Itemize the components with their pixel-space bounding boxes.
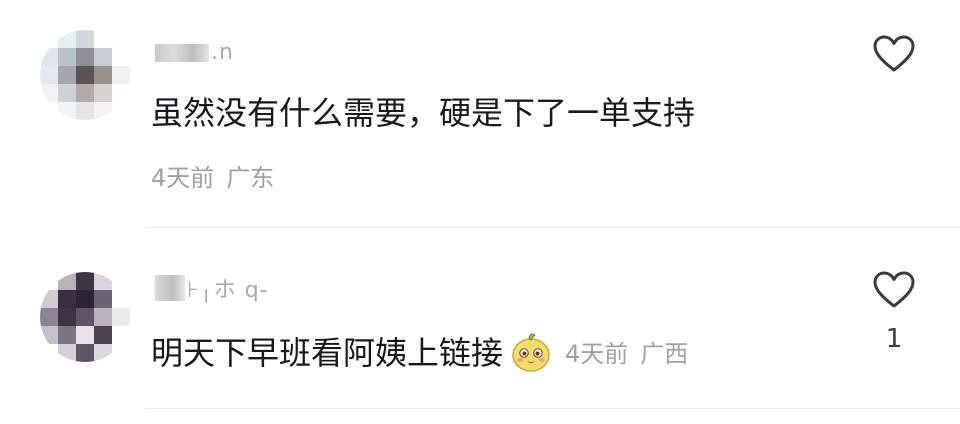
comment-text-content: 虽然没有什么需要，硬是下了一单支持 — [151, 94, 696, 132]
avatar[interactable] — [40, 30, 130, 120]
comment-text: 明天下早班看阿姨上链接 4天前 广西 — [151, 328, 688, 374]
comment-text: 虽然没有什么需要，硬是下了一单支持 — [151, 88, 695, 134]
username[interactable]: ⊦╷ホ q- — [155, 272, 269, 304]
mascot-emoji-icon — [512, 333, 550, 372]
username-blur — [155, 275, 185, 301]
comment-meta: 4天前 广东 — [151, 158, 274, 193]
comment-location: 广东 — [226, 164, 275, 192]
like-button[interactable] — [871, 34, 917, 74]
username-suffix: .n — [211, 40, 234, 65]
comment-location: 广西 — [640, 339, 689, 368]
username-suffix: ⊦╷ホ q- — [187, 278, 269, 303]
comment-time: 4天前 — [565, 339, 629, 368]
like-count: 1 — [885, 324, 903, 354]
avatar-mosaic — [40, 30, 130, 120]
username-blur — [155, 43, 209, 62]
comment-meta: 4天前 广西 — [565, 334, 688, 369]
comment-item: .n 虽然没有什么需要，硬是下了一单支持 4天前 广东 — [0, 0, 960, 228]
divider — [145, 408, 960, 409]
like-button[interactable] — [871, 270, 917, 310]
comment-text-content: 明天下早班看阿姨上链接 — [151, 334, 504, 372]
avatar-mosaic — [40, 272, 130, 362]
avatar[interactable] — [40, 272, 130, 362]
comment-time: 4天前 — [151, 164, 215, 192]
username[interactable]: .n — [155, 40, 234, 65]
heart-outline-icon — [873, 35, 915, 72]
comment-item: ⊦╷ホ q- 明天下早班看阿姨上链接 4天前 广西 1 — [0, 228, 960, 424]
heart-outline-icon — [873, 271, 915, 308]
